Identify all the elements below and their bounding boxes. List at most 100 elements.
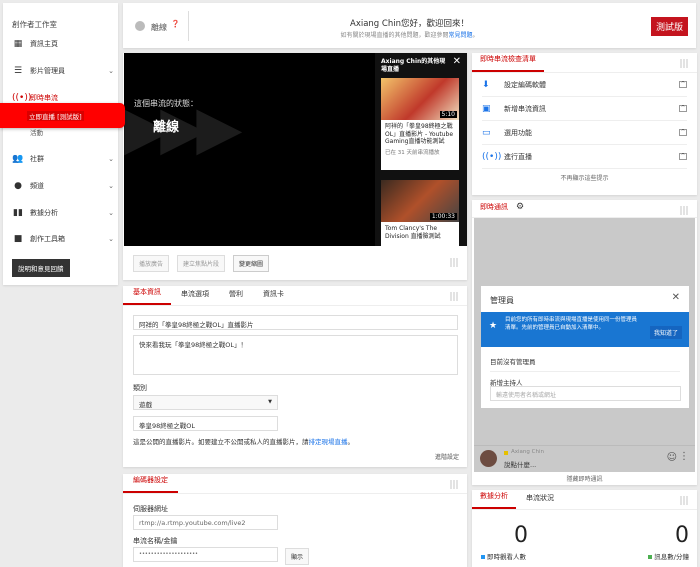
moderator-badge-icon [504,451,508,455]
collapse-icon[interactable]: ^ [679,153,687,160]
faq-link[interactable]: 常見問題 [448,32,472,39]
sidebar-item-dashboard[interactable]: ▦ 資訊主頁 [12,39,114,49]
chevron-down-icon: ⌄ [108,235,114,243]
broadcast-icon: ((•)) [482,151,502,162]
live-chat-card: 即時通訊 ⚙ 管理員 ✕ ★ 目前您的所有即時串流與現場直播是使用同一份管理員清單… [472,200,697,485]
collapse-icon[interactable]: ^ [679,105,687,112]
category-value: 遊戲 [139,401,152,409]
collapse-icon[interactable]: ^ [679,81,687,88]
top-bar: 離線 ❓ Axiang Chin您好，歡迎回來！ 如有關於現場直播的其他問題，歡… [123,3,696,48]
hide-chat-link[interactable]: 隱藏即時通訊 [472,474,697,483]
checklist-item-features[interactable]: ▭ 選用功能 ^ [482,121,687,145]
sidebar-item-label: 影片管理員 [30,67,65,75]
emoji-icon[interactable]: ☺ [667,452,677,463]
video-manager-icon: ☰ [13,66,23,76]
sidebar: 創作者工作室 ▦ 資訊主頁 ☰ 影片管理員 ⌄ ((•)) 即時串流 活動 👥 社群 ⌄ ●… [3,3,118,285]
show-key-button[interactable]: 顯示 [285,548,310,565]
card-icon: ▭ [482,127,491,138]
messages-per-minute-value: 0 [675,523,689,548]
collapse-icon[interactable]: ^ [679,129,687,136]
tab-monetization[interactable]: 營利 [219,289,253,305]
checklist-item-info[interactable]: ▣ 新增串流資訊 ^ [482,97,687,121]
chat-area: 管理員 ✕ ★ 目前您的所有即時串流與現場直播是使用同一份管理員清單。先前的管理… [474,218,695,472]
server-url-field[interactable]: rtmp://a.rtmp.youtube.com/live2 [133,515,278,530]
title-input[interactable]: 阿祥的「拳皇98終極之戰OL」直播影片 [133,315,458,330]
tab-encoder-settings[interactable]: 編碼器設定 [123,475,178,493]
create-highlight-button[interactable]: 建立焦點片段 [177,255,226,272]
concurrent-viewers-value: 0 [514,523,528,548]
help-button[interactable]: 說明和意見回饋 [12,259,70,277]
video-card[interactable]: 5:10 阿祥的「拳皇98終極之戰OL」直播影片 - Youtube Gamin… [381,78,459,170]
close-icon[interactable]: ✕ [453,56,461,67]
sidebar-item-community[interactable]: 👥 社群 ⌄ [12,154,114,164]
moderators-modal: 管理員 ✕ ★ 目前您的所有即時串流與現場直播是使用同一份管理員清單。先前的管理… [481,286,689,408]
close-icon[interactable]: ✕ [672,292,680,303]
tab-cards[interactable]: 資訊卡 [253,289,294,305]
checklist-item-go-live[interactable]: ((•)) 進行直播 ^ [482,145,687,169]
video-player[interactable]: ▶▶▶ 這個串流的狀態： 離線 Axiang Chin的其他現場直播 ✕ 5:1… [124,53,467,246]
sidebar-item-go-live-now[interactable]: 立即直播 [測試版] [0,103,125,128]
analytics-tabs: 數據分析 串流狀況 [472,490,697,510]
stream-key-field[interactable]: •••••••••••••••••••• [133,547,278,562]
chat-message-input[interactable]: 說點什麼... [504,459,536,469]
gear-icon[interactable]: ⚙ [516,202,524,217]
checklist-label: 設定編碼軟體 [504,80,546,89]
advanced-settings-link[interactable]: 進階設定 [435,452,459,461]
status-label: 這個串流的狀態： [134,99,198,108]
drag-handle[interactable] [680,206,689,215]
analytics-card: 數據分析 串流狀況 0 即時觀看人數 0 訊息數/分鐘 [472,490,697,567]
sidebar-item-analytics[interactable]: ▮▮ 數據分析 ⌄ [12,208,114,218]
tab-basic-info[interactable]: 基本資訊 [123,287,171,305]
status-value: 離線 [153,120,180,135]
sidebar-item-events[interactable]: 活動 [30,127,132,137]
sidebar-item-label: 社群 [30,155,44,163]
got-it-button[interactable]: 我知道了 [649,326,682,339]
more-options-icon[interactable]: ⋮ [679,451,689,462]
divider [490,371,680,372]
sidebar-item-live[interactable]: ((•)) 即時串流 [12,93,114,103]
tab-live-chat[interactable]: 即時通訊 [472,202,516,217]
dashboard-icon: ▦ [13,39,23,49]
tab-stream-health[interactable]: 串流狀況 [516,493,564,509]
tab-stream-options[interactable]: 串流選項 [171,289,219,305]
change-thumbnail-button[interactable]: 變更縮圖 [233,255,270,272]
no-moderators-text: 目前沒有管理員 [490,358,536,366]
sidebar-item-video-manager[interactable]: ☰ 影片管理員 ⌄ [12,66,114,76]
star-icon: ★ [489,321,498,331]
messages-label-text: 訊息數/分鐘 [654,553,689,561]
game-input[interactable]: 拳皇98終極之戰OL [133,416,278,431]
concurrent-viewers-label: 即時觀看人數 [481,551,526,561]
category-label: 類別 [133,384,147,392]
checklist-card: 即時串流檢查清單 ⬇ 設定編碼軟體 ^ ▣ 新增串流資訊 ^ ▭ 選用功能 ^ ((•)) 進… [472,53,697,195]
privacy-notice: 這是公開的直播影片。如要建立不公開或私人的直播影片，請排定現場直播。 [133,436,354,446]
tab-analytics[interactable]: 數據分析 [472,491,516,509]
stream-key-label: 串流名稱/金鑰 [133,537,178,545]
live-icon: ((•)) [12,93,32,103]
sidebar-item-channel[interactable]: ● 頻道 ⌄ [12,181,114,191]
play-ad-button[interactable]: 播放廣告 [133,255,170,272]
sidebar-item-label: 創作工具箱 [30,235,65,243]
drag-handle[interactable] [450,292,459,301]
video-duration: 1:00:33 [429,213,457,220]
drag-handle[interactable] [680,59,689,68]
category-select[interactable]: 遊戲 ▼ [133,395,278,410]
checklist-item-encoder[interactable]: ⬇ 設定編碼軟體 ^ [482,73,687,97]
video-card[interactable]: 1:00:33 Tom Clancy's The Division 直播險測試 [381,180,459,246]
channel-icon: ● [14,181,22,191]
help-text-end: 。 [472,32,479,39]
help-text-body: 如有關於現場直播的其他問題，歡迎參閱 [340,32,449,39]
drag-handle[interactable] [450,480,459,489]
tab-checklist[interactable]: 即時串流檢查清單 [472,54,544,72]
checklist-label: 選用功能 [504,128,532,137]
chevron-down-icon: ⌄ [108,67,114,75]
chevron-down-icon: ⌄ [108,182,114,190]
messages-per-minute-label: 訊息數/分鐘 [648,551,689,561]
dismiss-tips-link[interactable]: 不再顯示這些提示 [472,173,697,182]
schedule-live-link[interactable]: 排定現場直播 [309,438,348,446]
messages-legend-swatch [648,555,653,559]
description-input[interactable]: 快來看我玩「拳皇98終極之戰OL」！ [133,335,458,375]
sidebar-item-toolbox[interactable]: ■ 創作工具箱 ⌄ [12,234,114,244]
add-moderator-input[interactable]: 輸遠使用者名稱或網址 [490,386,681,401]
drag-handle[interactable] [450,258,459,267]
drag-handle[interactable] [680,496,689,505]
